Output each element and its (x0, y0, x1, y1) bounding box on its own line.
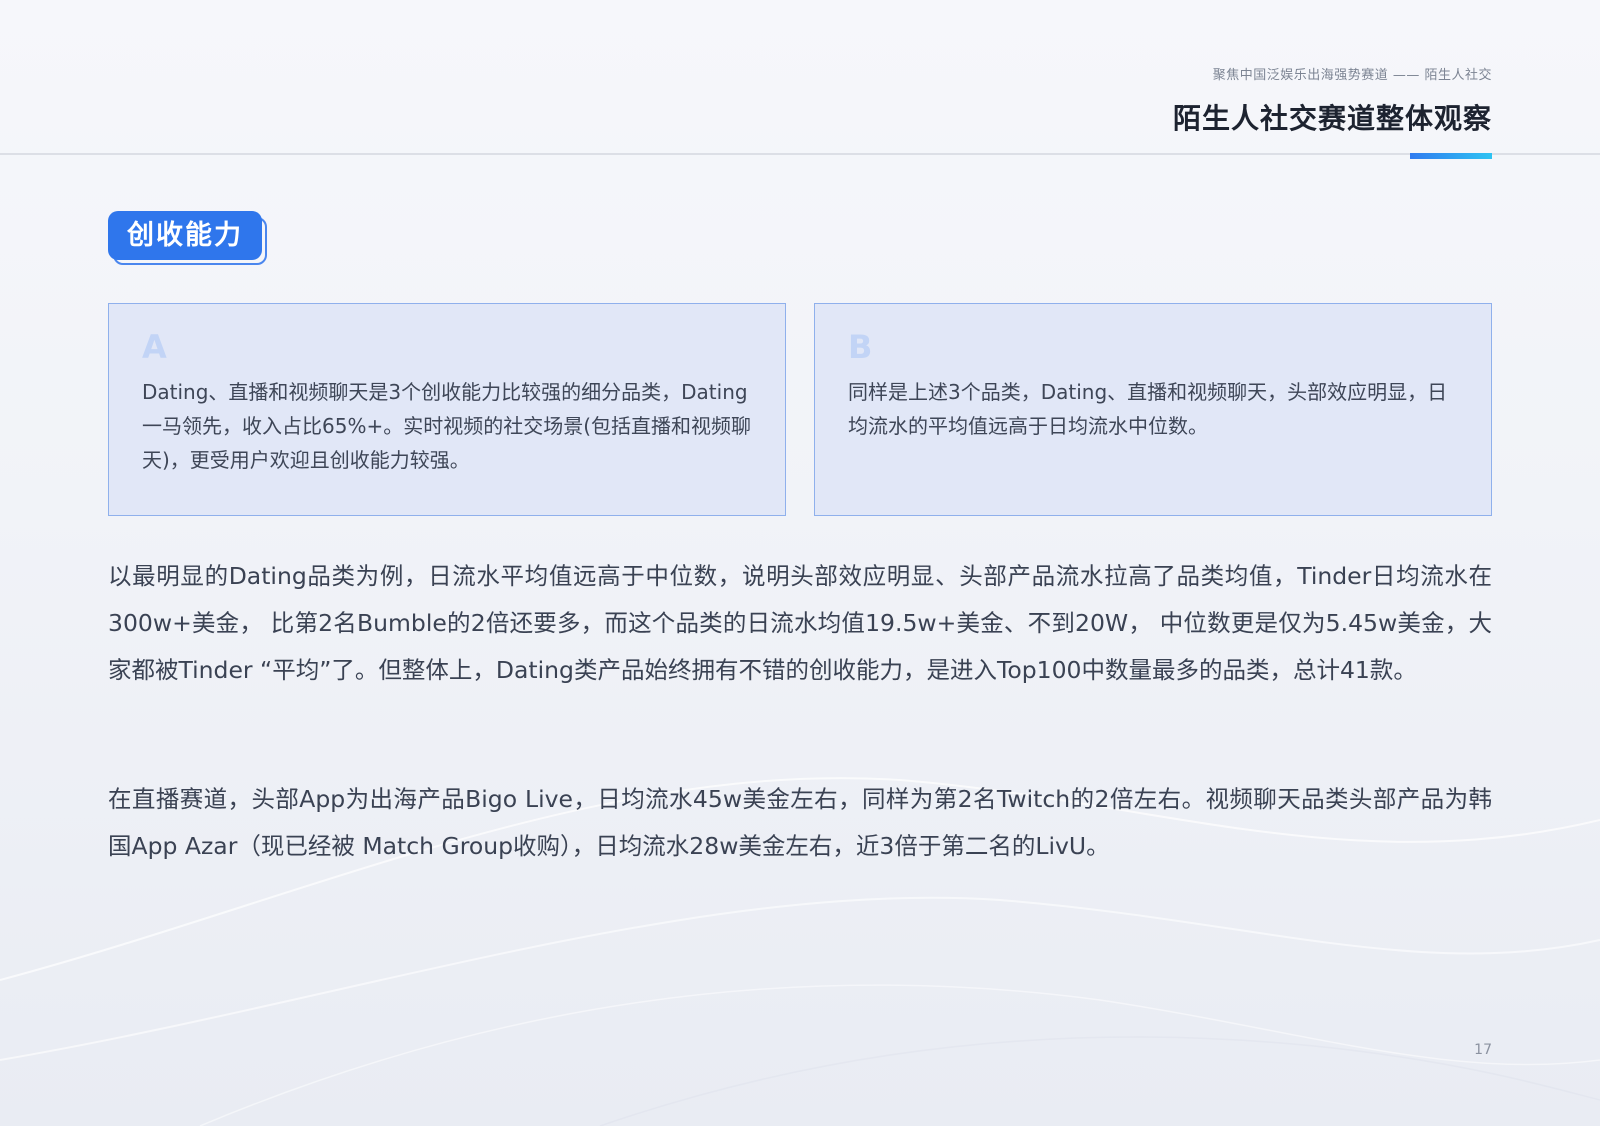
page-number: 17 (1474, 1042, 1492, 1058)
card-text: Dating、直播和视频聊天是3个创收能力比较强的细分品类，Dating一马领先… (142, 380, 752, 472)
body-paragraph-dating: 以最明显的Dating品类为例，日流水平均值远高于中位数，说明头部效应明显、头部… (108, 562, 1492, 684)
card-text: 同样是上述3个品类，Dating、直播和视频聊天，头部效应明显，日均流水的平均值… (848, 380, 1448, 438)
header-subtitle: 聚焦中国泛娱乐出海强势赛道 —— 陌生人社交 (1212, 68, 1492, 83)
card-letter: A (142, 328, 167, 366)
info-card-a: A Dating、直播和视频聊天是3个创收能力比较强的细分品类，Dating一马… (108, 303, 786, 516)
header-accent-bar (1410, 153, 1492, 159)
body-paragraph-live: 在直播赛道，头部App为出海产品Bigo Live，日均流水45w美金左右，同样… (108, 785, 1492, 860)
page-title: 陌生人社交赛道整体观察 (1172, 102, 1492, 135)
section-tag: 创收能力 (108, 211, 262, 260)
card-letter: B (848, 328, 873, 366)
header-divider (0, 153, 1600, 155)
info-card-b: B 同样是上述3个品类，Dating、直播和视频聊天，头部效应明显，日均流水的平… (814, 303, 1492, 516)
